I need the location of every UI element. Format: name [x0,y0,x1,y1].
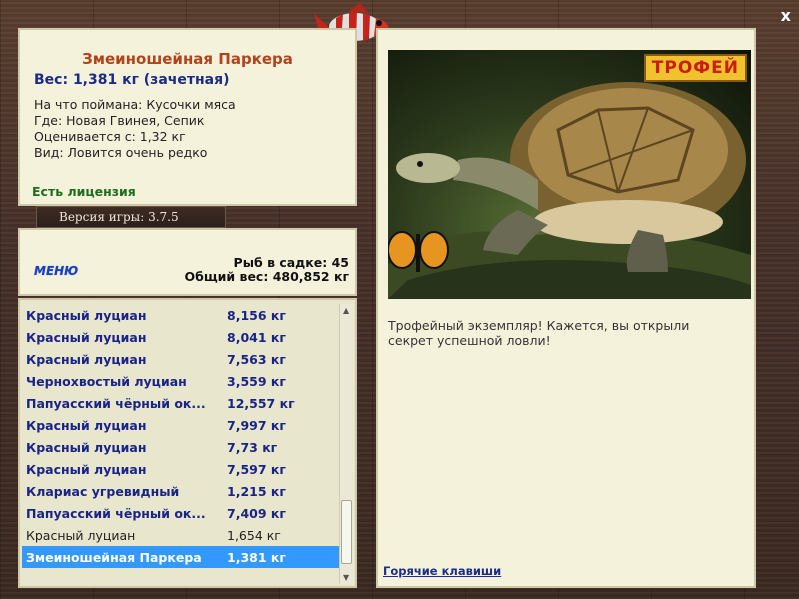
trophy-photo: ТРОФЕЙ [388,50,751,299]
fish-weight: Вес: 1,381 кг (зачетная) [34,72,230,88]
list-item-weight: 1,215 кг [227,484,286,499]
list-item-weight: 3,559 кг [227,374,286,389]
list-item[interactable]: Красный луциан 8,041 кг [22,326,340,348]
list-item-weight: 8,156 кг [227,308,286,323]
list-item[interactable]: Клариас угревидный 1,215 кг [22,480,340,502]
list-item[interactable]: Красный луциан 1,654 кг [22,524,340,546]
close-button[interactable]: x [781,6,791,25]
trophy-panel: ТРОФЕЙ Трофейный экземпляр! Кажется, вы … [376,28,756,588]
hotkeys-link[interactable]: Горячие клавиши [383,564,501,578]
list-item-selected[interactable]: Змеиношейная Паркера 1,381 кг [22,546,340,568]
list-item-name: Красный луциан [26,528,136,543]
list-item[interactable]: Папуасский чёрный ок... 12,557 кг [22,392,340,414]
fish-name: Змеиношейная Паркера [82,50,293,68]
list-item-weight: 7,597 кг [227,462,286,477]
catch-list[interactable]: Красный луциан 8,156 кг Красный луциан 8,0… [22,304,340,568]
stats-panel: МЕНЮ Рыб в садке: 45 Общий вес: 480,852 … [18,228,357,296]
list-item[interactable]: Папуасский чёрный ок... 7,409 кг [22,502,340,524]
list-item-weight: 7,409 кг [227,506,286,521]
list-item-name: Красный луциан [26,352,147,367]
scroll-up-arrow-icon[interactable]: ▲ [343,306,349,315]
location-info: Где: Новая Гвинея, Сепик [34,113,205,128]
list-item-weight: 8,041 кг [227,330,286,345]
list-item-name: Папуасский чёрный ок... [26,506,206,521]
list-item-name: Красный луциан [26,440,147,455]
rarity-info: Вид: Ловится очень редко [34,145,208,160]
list-item-weight: 7,997 кг [227,418,286,433]
list-item-weight: 1,654 кг [227,528,281,543]
list-item[interactable]: Красный луциан 7,997 кг [22,414,340,436]
trophy-description: Трофейный экземпляр! Кажется, вы открыли… [388,318,690,348]
license-status: Есть лицензия [32,184,136,199]
total-weight: Общий вес: 480,852 кг [184,269,350,284]
list-item-name: Папуасский чёрный ок... [26,396,206,411]
scroll-down-arrow-icon[interactable]: ▼ [343,573,349,582]
list-item-name: Змеиношейная Паркера [26,550,202,565]
list-item[interactable]: Красный луциан 7,563 кг [22,348,340,370]
list-item-name: Красный луциан [26,308,147,323]
list-item-name: Красный луциан [26,418,147,433]
list-item[interactable]: Красный луциан 7,597 кг [22,458,340,480]
turtle-image [388,82,751,299]
game-version: Версия игры: 3.7.5 [36,206,226,228]
fish-count: Рыб в садке: 45 [233,255,349,270]
scroll-thumb[interactable] [341,500,352,564]
list-item-weight: 7,73 кг [227,440,278,455]
list-item-weight: 1,381 кг [227,550,286,565]
list-item[interactable]: Чернохвостый луциан 3,559 кг [22,370,340,392]
catch-list-panel: Красный луциан 8,156 кг Красный луциан 8,0… [18,298,357,588]
list-item-name: Клариас угревидный [26,484,180,499]
list-item[interactable]: Красный луциан 7,73 кг [22,436,340,458]
list-scrollbar[interactable]: ▲ ▼ [339,304,353,584]
bait-info: На что поймана: Кусочки мяса [34,97,236,112]
list-item-name: Чернохвостый луциан [26,374,187,389]
fish-info-panel: Змеиношейная Паркера Вес: 1,381 кг (заче… [18,28,357,206]
list-item-name: Красный луциан [26,462,147,477]
menu-button[interactable]: МЕНЮ [34,264,78,278]
list-item-name: Красный луциан [26,330,147,345]
list-item-weight: 7,563 кг [227,352,286,367]
list-item-weight: 12,557 кг [227,396,295,411]
list-item[interactable]: Красный луциан 8,156 кг [22,304,340,326]
min-weight-info: Оценивается с: 1,32 кг [34,129,186,144]
trophy-badge: ТРОФЕЙ [643,54,747,82]
